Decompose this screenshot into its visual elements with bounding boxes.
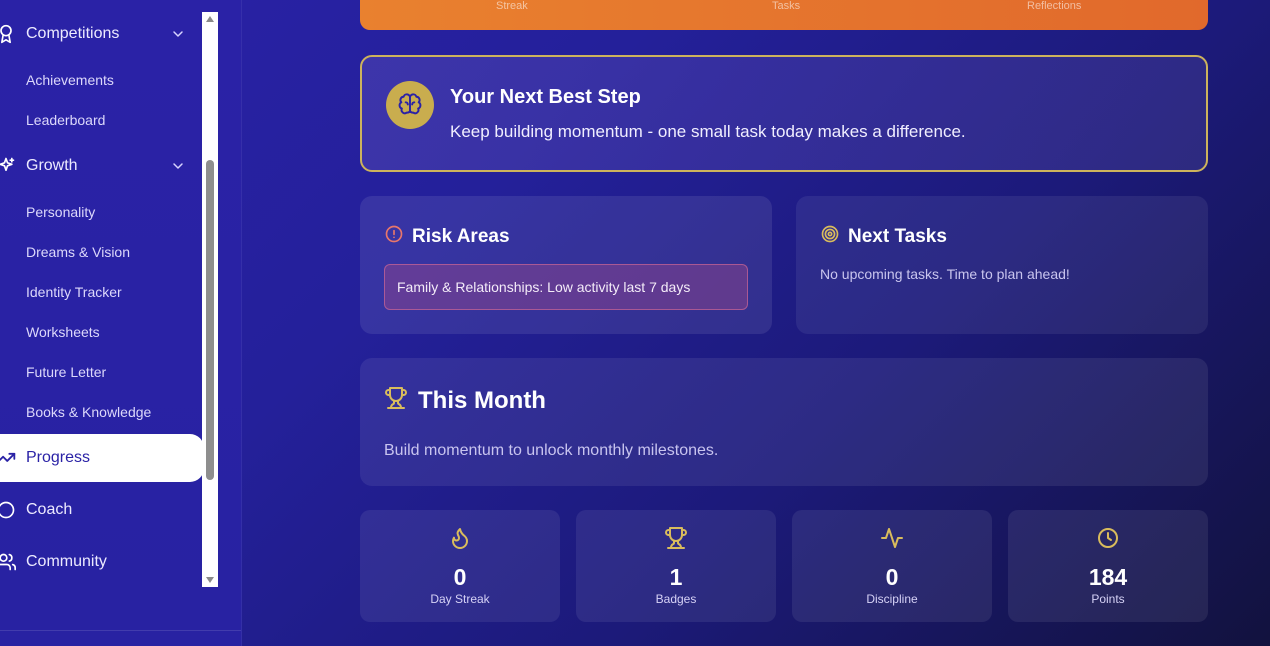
sidebar-item-personality[interactable]: Personality bbox=[26, 202, 95, 222]
target-icon bbox=[820, 224, 840, 249]
users-icon bbox=[0, 552, 16, 572]
sidebar-section-growth[interactable]: Growth bbox=[0, 144, 204, 188]
top-stat-caption: Tasks bbox=[772, 0, 801, 12]
stat-value: 1 bbox=[669, 564, 683, 590]
top-stat-caption: Reflections bbox=[1027, 0, 1082, 12]
scrollbar-thumb[interactable] bbox=[206, 160, 214, 480]
message-circle-icon bbox=[0, 500, 16, 520]
sidebar-item-label: Coach bbox=[26, 501, 73, 518]
trophy-icon bbox=[384, 386, 408, 415]
risk-areas-title: Risk Areas bbox=[412, 225, 510, 247]
award-icon bbox=[0, 24, 16, 44]
sidebar-divider bbox=[0, 630, 241, 631]
risk-areas-card: Risk Areas Family & Relationships: Low a… bbox=[360, 196, 772, 334]
sparkles-icon bbox=[0, 156, 16, 176]
risk-areas-header: Risk Areas bbox=[384, 224, 510, 249]
scroll-down-arrow-icon[interactable] bbox=[206, 577, 214, 583]
next-step-title: Your Next Best Step bbox=[450, 86, 641, 108]
sidebar-item-dreams-vision[interactable]: Dreams & Vision bbox=[26, 242, 130, 262]
top-stats-banner: Streak Tasks Reflections bbox=[360, 0, 1208, 30]
sidebar-item-label: Community bbox=[26, 553, 107, 570]
next-tasks-header: Next Tasks bbox=[820, 224, 947, 249]
next-best-step-card: Your Next Best Step Keep building moment… bbox=[360, 55, 1208, 172]
this-month-title: This Month bbox=[418, 386, 546, 414]
scroll-up-arrow-icon[interactable] bbox=[206, 16, 214, 22]
stat-label: Day Streak bbox=[430, 592, 490, 606]
alert-circle-icon bbox=[384, 224, 404, 249]
next-step-text: Keep building momentum - one small task … bbox=[450, 122, 966, 141]
chevron-down-icon[interactable] bbox=[170, 26, 186, 42]
stat-points: 184 Points bbox=[1008, 510, 1208, 622]
stat-label: Badges bbox=[655, 592, 697, 606]
stat-discipline: 0 Discipline bbox=[792, 510, 992, 622]
this-month-header: This Month bbox=[384, 386, 546, 415]
sidebar-item-progress[interactable]: Progress bbox=[0, 434, 204, 482]
trophy-icon bbox=[664, 526, 688, 550]
this-month-card: This Month Build momentum to unlock mont… bbox=[360, 358, 1208, 486]
next-tasks-empty-text: No upcoming tasks. Time to plan ahead! bbox=[820, 266, 1070, 282]
stat-value: 0 bbox=[453, 564, 467, 590]
next-tasks-title: Next Tasks bbox=[848, 225, 947, 247]
sidebar-section-label: Competitions bbox=[26, 25, 120, 42]
trending-up-icon bbox=[0, 448, 16, 468]
clock-icon bbox=[1096, 526, 1120, 550]
sidebar-section-label: Growth bbox=[26, 157, 78, 174]
stat-badges: 1 Badges bbox=[576, 510, 776, 622]
risk-item: Family & Relationships: Low activity las… bbox=[384, 264, 748, 310]
sidebar-item-worksheets[interactable]: Worksheets bbox=[26, 322, 100, 342]
stat-value: 184 bbox=[1088, 564, 1128, 590]
brain-icon bbox=[386, 81, 434, 129]
flame-icon bbox=[448, 526, 472, 550]
sidebar-item-leaderboard[interactable]: Leaderboard bbox=[26, 110, 105, 130]
sidebar: Competitions Achievements Leaderboard Gr… bbox=[0, 0, 242, 646]
activity-icon bbox=[880, 526, 904, 550]
stat-day-streak: 0 Day Streak bbox=[360, 510, 560, 622]
sidebar-item-label: Progress bbox=[26, 449, 91, 466]
sidebar-item-coach[interactable]: Coach bbox=[0, 488, 204, 532]
sidebar-item-identity-tracker[interactable]: Identity Tracker bbox=[26, 282, 122, 302]
sidebar-item-achievements[interactable]: Achievements bbox=[26, 70, 114, 90]
top-stat-caption: Streak bbox=[496, 0, 528, 12]
stat-label: Discipline bbox=[866, 592, 918, 606]
sidebar-item-future-letter[interactable]: Future Letter bbox=[26, 362, 106, 382]
sidebar-item-books-knowledge[interactable]: Books & Knowledge bbox=[26, 402, 151, 422]
sidebar-item-community[interactable]: Community bbox=[0, 540, 204, 584]
this-month-text: Build momentum to unlock monthly milesto… bbox=[384, 442, 719, 459]
chevron-down-icon[interactable] bbox=[170, 158, 186, 174]
next-tasks-card: Next Tasks No upcoming tasks. Time to pl… bbox=[796, 196, 1208, 334]
sidebar-scrollbar[interactable] bbox=[202, 12, 218, 587]
sidebar-section-competitions[interactable]: Competitions bbox=[0, 12, 204, 56]
stat-label: Points bbox=[1091, 592, 1125, 606]
stat-value: 0 bbox=[885, 564, 899, 590]
